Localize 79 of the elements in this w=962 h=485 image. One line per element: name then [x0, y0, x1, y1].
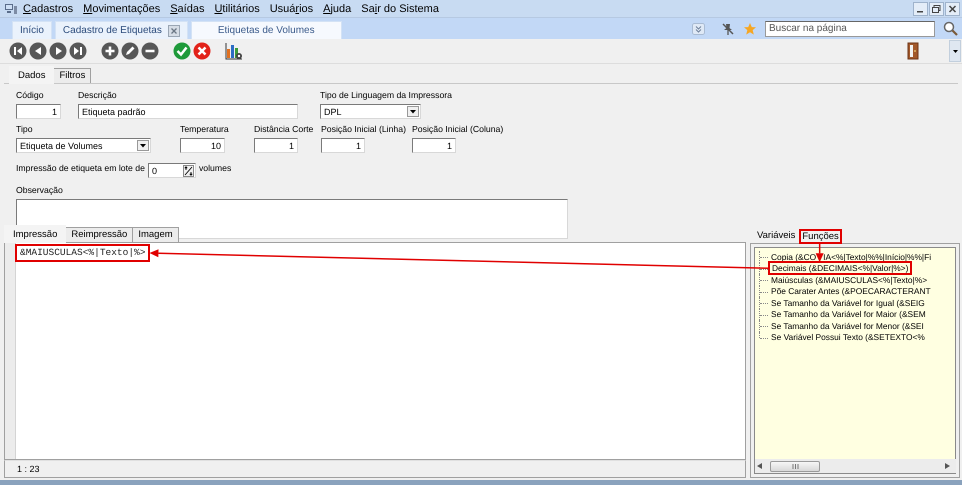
menu-item[interactable]: Utilitários: [209, 2, 265, 14]
skip-forward-icon[interactable]: [69, 42, 87, 60]
list-item[interactable]: Decimais (&DECIMAIS<%|Valor|%>): [770, 263, 910, 274]
tab[interactable]: Reimpressão: [65, 227, 134, 242]
field-label: Descrição: [78, 90, 117, 101]
cursor-position: 1 : 23: [17, 464, 40, 474]
dropdown[interactable]: DPL: [320, 104, 421, 119]
close-icon[interactable]: [168, 24, 180, 36]
tab[interactable]: Variáveis: [752, 229, 800, 243]
menu-item[interactable]: Cadastros: [18, 2, 78, 14]
field-label: Observação: [16, 185, 63, 196]
spin-icon[interactable]: [182, 164, 194, 176]
scroll-left-icon[interactable]: [757, 463, 762, 469]
menu-item[interactable]: Ajuda: [318, 2, 356, 14]
page-tab[interactable]: Etiquetas de Volumes: [190, 21, 342, 39]
field-label: Posição Inicial (Linha): [321, 124, 406, 135]
text-field[interactable]: 1: [254, 138, 298, 153]
text-field[interactable]: Etiqueta padrão: [78, 104, 298, 119]
list-item[interactable]: Se Tamanho da Variável for Menor (&SEI: [770, 320, 925, 331]
dropdown[interactable]: Etiqueta de Volumes: [16, 138, 151, 153]
field-label: Distância Corte: [254, 124, 314, 135]
remove-icon[interactable]: [141, 42, 159, 60]
number-spinner[interactable]: 0: [148, 163, 196, 178]
page-tab[interactable]: Cadastro de Etiquetas: [54, 21, 188, 39]
dropdown-button[interactable]: [949, 40, 961, 62]
grip-icon: [792, 464, 798, 468]
menu-item[interactable]: Usuários: [264, 2, 318, 14]
check-icon[interactable]: [173, 42, 191, 60]
pencil-icon[interactable]: [121, 42, 139, 60]
caret-icon[interactable]: [137, 140, 149, 151]
field-label: Tipo: [16, 124, 33, 135]
menu-item[interactable]: Saídas: [165, 2, 210, 14]
restore-icon[interactable]: [929, 2, 944, 16]
field-label: Tipo de Linguagem da Impressora: [320, 90, 452, 101]
field-label: Temperatura: [180, 124, 229, 135]
field-label: Código: [16, 90, 44, 101]
code-editor[interactable]: &MAIUSCULAS<%|Texto|%>: [4, 243, 746, 460]
text-field[interactable]: 1: [412, 138, 456, 153]
tab[interactable]: Filtros: [53, 68, 92, 83]
list-item[interactable]: Copia (&CO IA<%|Texto|%%|Início|%%|Fi: [770, 252, 932, 262]
list-item[interactable]: Se Tamanho da Variável for Maior (&SEM: [770, 309, 927, 320]
text-field[interactable]: 10: [180, 138, 225, 153]
search-icon[interactable]: [943, 21, 958, 36]
text-field[interactable]: 1: [16, 104, 61, 119]
skip-back-icon[interactable]: [9, 42, 27, 60]
tab[interactable]: Imagem: [132, 227, 179, 242]
text-field[interactable]: 1: [321, 138, 365, 153]
code-text: &MAIUSCULAS<%|Texto|%>: [17, 246, 148, 260]
list-item[interactable]: Se Variável Possui Texto (&SETEXTO<%: [770, 332, 926, 342]
menu-item[interactable]: Sair do Sistema: [356, 2, 444, 14]
field-label: volumes: [198, 163, 232, 174]
tab[interactable]: Dados: [9, 66, 54, 84]
page-tab[interactable]: Início: [12, 21, 52, 39]
pin-off-icon[interactable]: [721, 22, 735, 36]
horizontal-scrollbar[interactable]: [755, 459, 956, 473]
field-label: Posição Inicial (Coluna): [412, 124, 504, 135]
add-icon[interactable]: [101, 42, 119, 60]
caret-icon: [952, 50, 958, 52]
scroll-right-icon[interactable]: [945, 463, 950, 469]
menu-item[interactable]: Movimentações: [78, 2, 166, 14]
next-icon[interactable]: [49, 42, 67, 60]
tab[interactable]: Impressão: [4, 225, 66, 243]
door-icon[interactable]: [907, 42, 919, 60]
search-field[interactable]: Buscar na página: [765, 20, 935, 36]
list-item[interactable]: Se Tamanho da Variável for Igual (&SEIG: [770, 298, 926, 308]
close-icon[interactable]: [945, 2, 960, 16]
list-item[interactable]: Põe Carater Antes (&POECARACTERANT: [770, 286, 932, 296]
chevron-down-icon[interactable]: [692, 22, 705, 34]
chart-settings-icon[interactable]: [225, 42, 243, 60]
annotation-arrow: [816, 244, 824, 262]
list-item[interactable]: Maiúsculas (&MAIUSCULAS<%|Texto|%>: [770, 274, 928, 285]
app-icon: [4, 2, 18, 14]
field-label: Impressão de etiqueta em lote de: [16, 163, 145, 174]
previous-icon[interactable]: [29, 42, 47, 60]
tab[interactable]: Funções: [799, 229, 842, 244]
caret-icon[interactable]: [407, 106, 419, 117]
cancel-icon[interactable]: [193, 42, 211, 60]
minimize-icon[interactable]: [913, 2, 928, 16]
star-icon[interactable]: [743, 22, 757, 36]
